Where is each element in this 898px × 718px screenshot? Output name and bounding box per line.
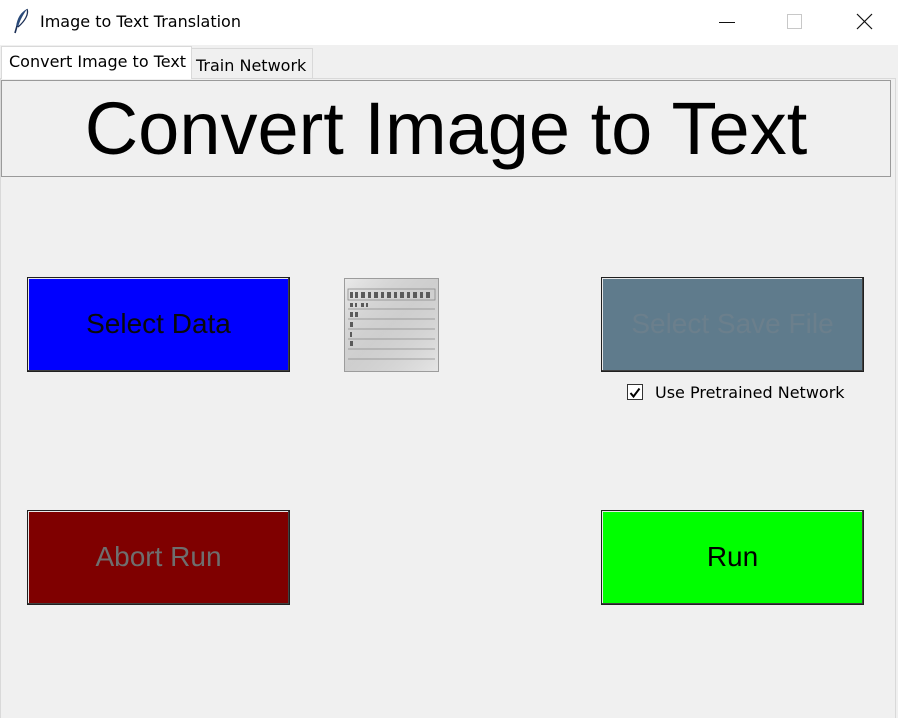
window-title: Image to Text Translation xyxy=(40,12,241,31)
title-bar: Image to Text Translation xyxy=(0,0,898,45)
maximize-button[interactable] xyxy=(770,0,816,45)
feather-icon xyxy=(12,8,32,34)
use-pretrained-label: Use Pretrained Network xyxy=(655,383,845,402)
tab-convert-image-to-text[interactable]: Convert Image to Text xyxy=(1,46,192,79)
page-heading-box: Convert Image to Text xyxy=(1,80,891,177)
use-pretrained-checkbox[interactable] xyxy=(627,384,643,400)
select-save-file-button[interactable]: Select Save File xyxy=(601,277,864,372)
select-data-button[interactable]: Select Data xyxy=(27,277,290,372)
minimize-button[interactable] xyxy=(702,0,748,45)
close-button[interactable] xyxy=(840,0,886,45)
page-heading: Convert Image to Text xyxy=(84,87,808,170)
image-preview-thumbnail xyxy=(344,278,439,372)
tab-train-network[interactable]: Train Network xyxy=(191,48,313,79)
abort-run-button[interactable]: Abort Run xyxy=(27,510,290,605)
run-button[interactable]: Run xyxy=(601,510,864,605)
